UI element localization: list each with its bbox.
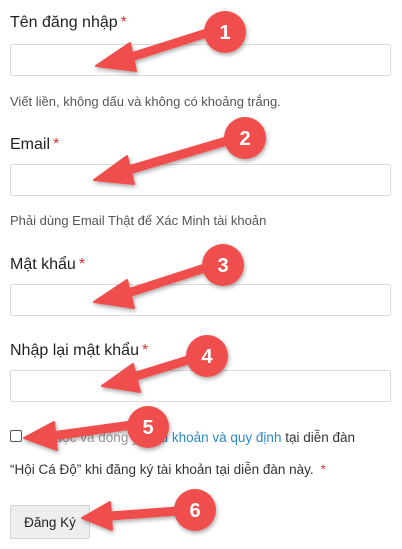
arrow-1 xyxy=(95,27,215,72)
arrow-5 xyxy=(23,420,137,451)
badge-1-label: 1 xyxy=(219,22,230,44)
arrow-3 xyxy=(93,263,210,309)
badge-3-label: 3 xyxy=(217,255,228,277)
annotation-overlay: 1 2 3 4 5 6 xyxy=(23,11,266,531)
badge-5-label: 5 xyxy=(142,417,153,439)
arrow-2 xyxy=(93,135,235,185)
badge-2-label: 2 xyxy=(239,128,250,150)
arrow-6 xyxy=(81,501,183,531)
arrow-4 xyxy=(101,355,193,393)
badge-6-label: 6 xyxy=(189,500,200,522)
badge-4-label: 4 xyxy=(201,346,213,368)
